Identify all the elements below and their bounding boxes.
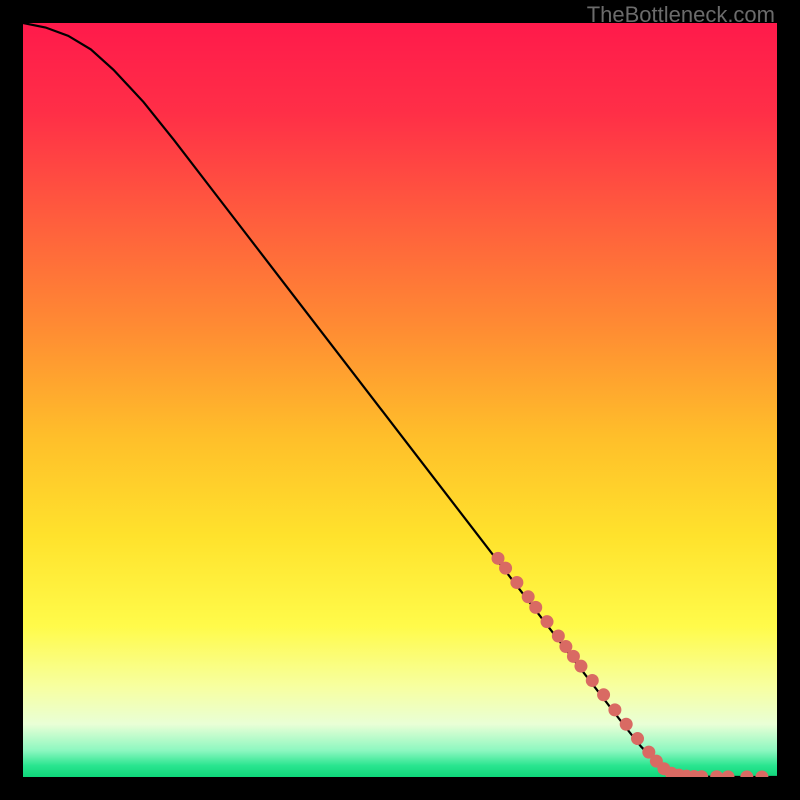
marker-point <box>541 615 554 628</box>
marker-point <box>586 674 599 687</box>
marker-point <box>597 688 610 701</box>
marker-point <box>608 703 621 716</box>
chart-frame <box>23 23 777 777</box>
chart-plot <box>23 23 777 777</box>
marker-point <box>499 562 512 575</box>
marker-point <box>529 601 542 614</box>
marker-point <box>574 660 587 673</box>
watermark-text: TheBottleneck.com <box>587 2 775 28</box>
marker-point <box>620 718 633 731</box>
chart-background <box>23 23 777 777</box>
marker-point <box>552 630 565 643</box>
marker-point <box>510 576 523 589</box>
marker-point <box>631 732 644 745</box>
marker-point <box>522 590 535 603</box>
